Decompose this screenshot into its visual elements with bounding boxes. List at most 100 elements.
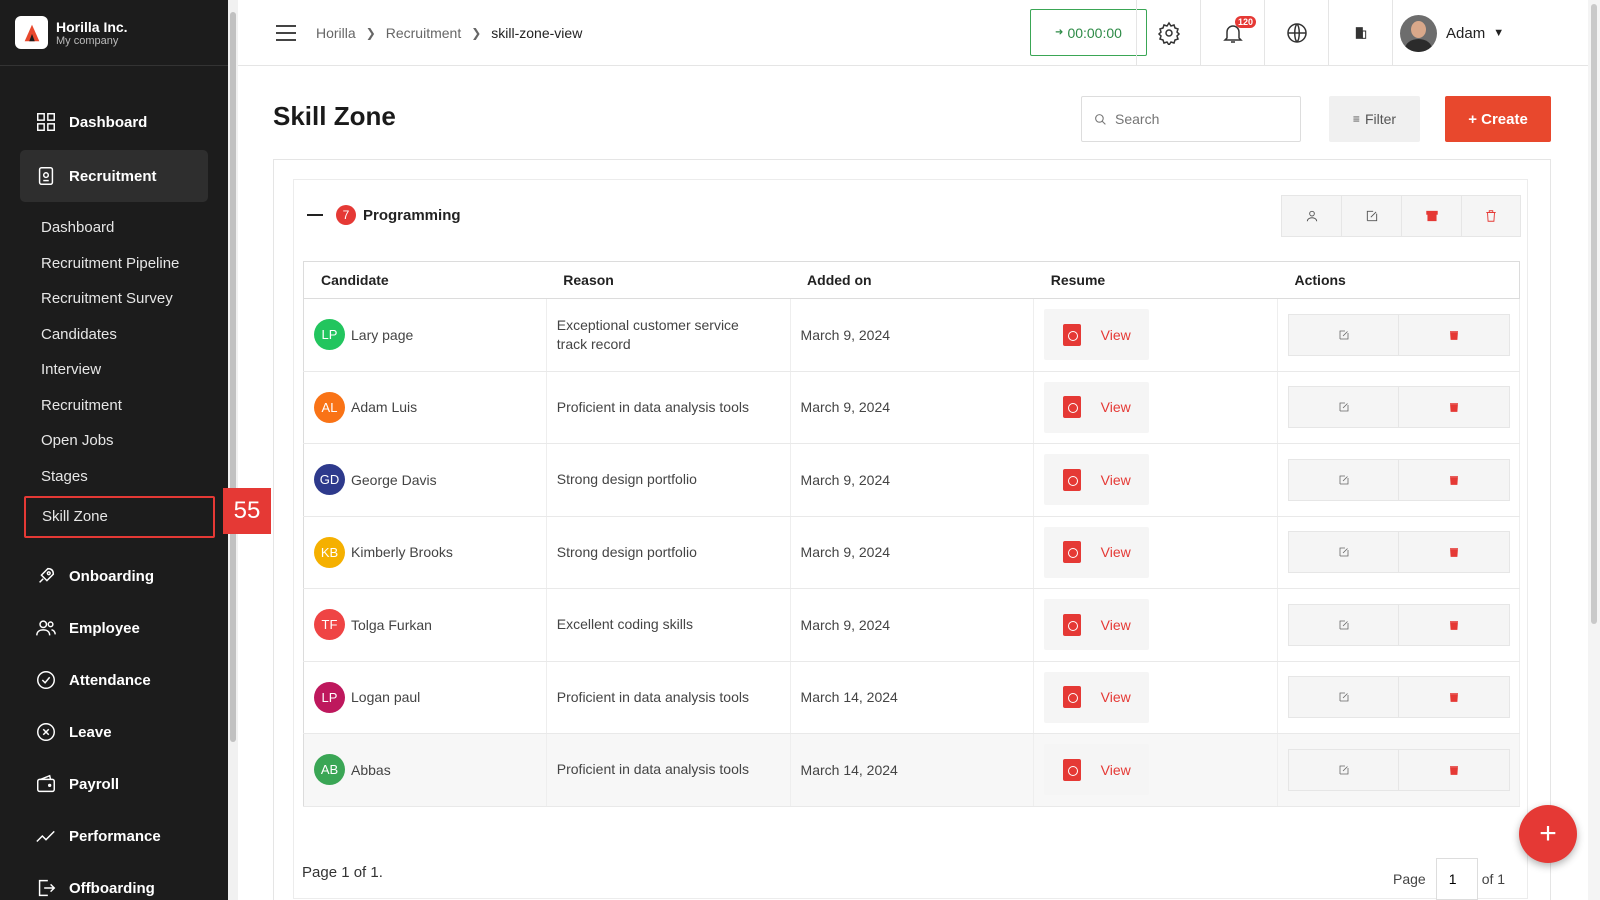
company-name: Horilla Inc.: [56, 18, 128, 35]
view-resume-button[interactable]: View: [1044, 454, 1150, 506]
breadcrumb-home[interactable]: Horilla: [316, 25, 356, 41]
filter-label: Filter: [1364, 111, 1397, 127]
nav-performance[interactable]: Performance: [20, 810, 208, 862]
company-brand[interactable]: Horilla Inc. My company: [0, 0, 228, 66]
menu-toggle-icon[interactable]: [276, 24, 296, 41]
candidate-link[interactable]: AL Adam Luis: [314, 391, 546, 423]
table-row: TF Tolga Furkan Excellent coding skills Mar…: [303, 588, 1520, 662]
subnav-recruitment-pipeline[interactable]: Recruitment Pipeline: [0, 246, 228, 282]
header-reason: Reason: [546, 261, 791, 299]
added-on-cell: March 9, 2024: [790, 298, 1035, 372]
company-subtitle: My company: [56, 34, 119, 47]
id-card-icon: [34, 164, 58, 188]
candidate-cell: GD George Davis: [303, 443, 547, 517]
nav-employee[interactable]: Employee: [20, 602, 208, 654]
quick-add-button[interactable]: +: [1519, 805, 1577, 863]
delete-button[interactable]: [1399, 386, 1510, 429]
filter-button[interactable]: ≡ Filter: [1329, 96, 1420, 142]
candidate-avatar: GD: [314, 464, 345, 496]
notifications-button[interactable]: 120: [1200, 0, 1264, 66]
candidate-link[interactable]: AB Abbas: [314, 754, 546, 786]
nav-offboarding[interactable]: Offboarding: [20, 862, 208, 900]
page-scrollbar[interactable]: [1588, 0, 1600, 900]
delete-button[interactable]: [1399, 531, 1510, 574]
nav-onboarding[interactable]: Onboarding: [20, 550, 208, 602]
candidate-link[interactable]: KB Kimberly Brooks: [314, 536, 546, 568]
delete-button[interactable]: [1399, 458, 1510, 501]
delete-button[interactable]: [1399, 603, 1510, 646]
group-header[interactable]: 7 Programming: [307, 203, 461, 227]
subnav-recruitment-survey[interactable]: Recruitment Survey: [0, 281, 228, 317]
subnav-dashboard[interactable]: Dashboard: [0, 210, 228, 246]
archive-group-button[interactable]: [1401, 195, 1461, 237]
sidebar-scroll-thumb[interactable]: [230, 12, 236, 742]
subnav-stages[interactable]: Stages: [0, 459, 228, 495]
edit-button[interactable]: [1288, 458, 1399, 501]
candidate-link[interactable]: LP Logan paul: [314, 681, 546, 713]
breadcrumb-recruitment[interactable]: Recruitment: [386, 25, 461, 41]
search-box[interactable]: [1081, 96, 1301, 142]
subnav-skill-zone[interactable]: Skill Zone: [24, 496, 215, 538]
candidate-name: Abbas: [351, 761, 391, 778]
candidate-cell: TF Tolga Furkan: [303, 588, 547, 662]
settings-button[interactable]: [1136, 0, 1200, 66]
chevron-right-icon: ❯: [471, 25, 482, 40]
nav-label: Leave: [69, 723, 112, 741]
subnav-recruitment[interactable]: Recruitment: [0, 388, 228, 424]
page-number-input[interactable]: [1435, 858, 1478, 900]
edit-button[interactable]: [1288, 313, 1399, 356]
candidate-link[interactable]: LP Lary page: [314, 319, 546, 351]
building-icon: [1355, 27, 1366, 39]
edit-button[interactable]: [1288, 676, 1399, 719]
nav-recruitment[interactable]: Recruitment: [20, 150, 208, 202]
nav-payroll[interactable]: Payroll: [20, 758, 208, 810]
page-scroll-thumb[interactable]: [1591, 4, 1597, 624]
nav-attendance[interactable]: Attendance: [20, 654, 208, 706]
table-row: AB Abbas Proficient in data analysis tools…: [303, 733, 1520, 807]
nav-dashboard[interactable]: Dashboard: [20, 96, 208, 148]
add-candidate-button[interactable]: [1281, 195, 1341, 237]
edit-button[interactable]: [1288, 603, 1399, 646]
edit-group-button[interactable]: [1341, 195, 1401, 237]
user-menu[interactable]: Adam ▼: [1400, 0, 1504, 66]
candidate-link[interactable]: TF Tolga Furkan: [314, 609, 546, 641]
create-button[interactable]: + Create: [1445, 96, 1551, 142]
delete-group-button[interactable]: [1461, 195, 1521, 237]
nav-label: Offboarding: [69, 879, 155, 897]
view-resume-button[interactable]: View: [1044, 671, 1150, 723]
edit-button[interactable]: [1288, 531, 1399, 574]
x-circle-icon: [34, 720, 58, 744]
collapse-icon[interactable]: [307, 214, 323, 216]
subnav-candidates[interactable]: Candidates: [0, 317, 228, 353]
attendance-timer-button[interactable]: ➜ 00:00:00: [1030, 9, 1147, 56]
view-resume-button[interactable]: View: [1044, 744, 1150, 796]
view-resume-button[interactable]: View: [1044, 381, 1150, 433]
edit-icon: [1339, 547, 1348, 557]
view-resume-button[interactable]: View: [1044, 526, 1150, 578]
main-nav: Dashboard Recruitment Dashboard Recruitm…: [0, 66, 228, 900]
actions-cell: [1277, 298, 1520, 372]
edit-button[interactable]: [1288, 748, 1399, 791]
delete-button[interactable]: [1399, 676, 1510, 719]
candidate-name: Logan paul: [351, 689, 421, 706]
candidate-name: Adam Luis: [351, 399, 418, 416]
delete-button[interactable]: [1399, 313, 1510, 356]
candidate-avatar: AL: [314, 391, 345, 423]
subnav-interview[interactable]: Interview: [0, 352, 228, 388]
search-input[interactable]: [1115, 111, 1285, 127]
candidate-link[interactable]: GD George Davis: [314, 464, 546, 496]
sidebar-scrollbar[interactable]: [228, 0, 238, 900]
language-button[interactable]: [1264, 0, 1328, 66]
candidate-name: Tolga Furkan: [351, 616, 432, 633]
delete-button[interactable]: [1399, 748, 1510, 791]
nav-leave[interactable]: Leave: [20, 706, 208, 758]
edit-button[interactable]: [1288, 386, 1399, 429]
timer-value: 00:00:00: [1067, 24, 1122, 41]
view-label: View: [1100, 689, 1131, 706]
subnav-open-jobs[interactable]: Open Jobs: [0, 423, 228, 459]
check-circle-icon: [34, 668, 58, 692]
view-resume-button[interactable]: View: [1044, 599, 1150, 651]
chevron-right-icon: ❯: [365, 25, 376, 40]
company-switch-button[interactable]: [1328, 0, 1392, 66]
view-resume-button[interactable]: View: [1044, 309, 1150, 361]
